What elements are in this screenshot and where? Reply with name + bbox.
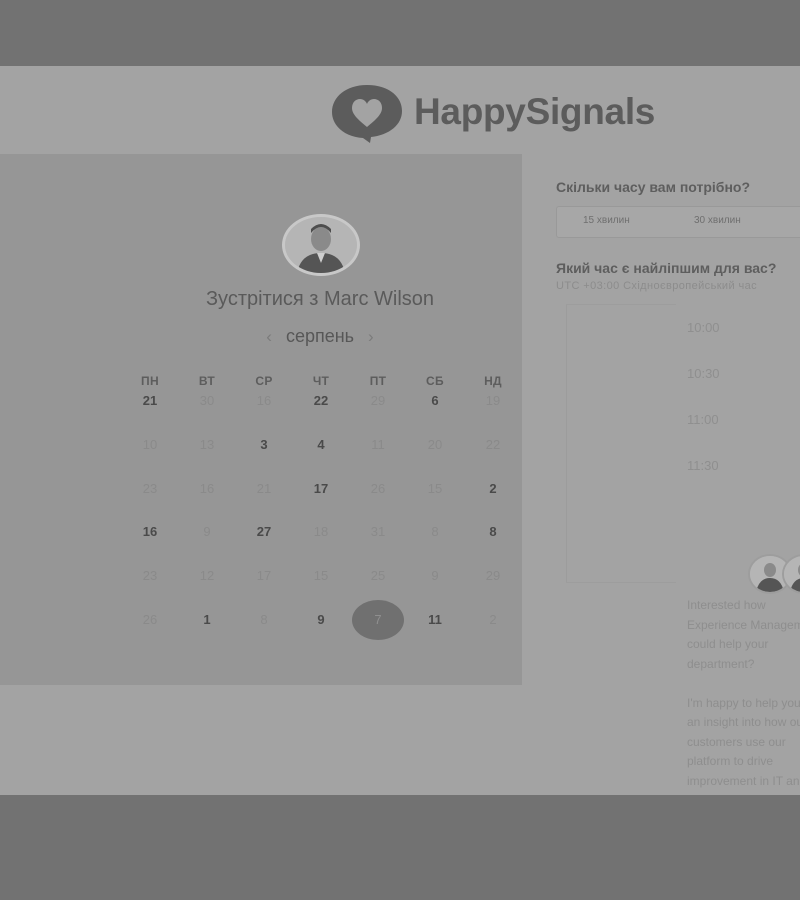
host-blurb: Interested how Experience Management cou…: [687, 596, 800, 795]
duration-option-15[interactable]: 15 хвилин: [583, 215, 630, 226]
calendar-day: 23: [142, 481, 158, 496]
calendar-day[interactable]: 11: [413, 605, 457, 635]
duration-selector: 15 хвилин 30 хвилин: [556, 206, 800, 238]
calendar-day: 13: [199, 437, 215, 452]
calendar-day: 29: [370, 393, 386, 408]
calendar-day[interactable]: 3: [242, 430, 286, 460]
calendar-panel: Зустрітися з Marc Wilson ‹ серпень › ПН ВТ С…: [0, 154, 522, 685]
time-slot[interactable]: 11:00: [687, 412, 800, 432]
month-label: серпень: [285, 326, 355, 346]
calendar-day[interactable]: 4: [299, 430, 343, 460]
calendar-day[interactable]: 1: [185, 605, 229, 635]
blurb-paragraph: Interested how Experience Management cou…: [687, 598, 800, 671]
blurb-paragraph: I'm happy to help you get an insight int…: [687, 695, 800, 796]
calendar-day: 25: [370, 568, 386, 583]
brand-logo: HappySignals: [330, 78, 655, 146]
calendar-day[interactable]: 2: [471, 474, 515, 504]
calendar-day: 20: [427, 437, 443, 452]
scheduling-page: HappySignals Зустрітися з Marc Wilson ‹ с…: [0, 66, 800, 795]
overlay-top-band: [0, 0, 800, 66]
calendar-day: 16: [256, 393, 272, 408]
time-slot[interactable]: 11:30: [687, 458, 800, 478]
calendar-day: 31: [370, 524, 386, 539]
calendar-day: 21: [256, 481, 272, 496]
calendar-day[interactable]: 16: [128, 517, 172, 547]
calendar-day: 15: [313, 568, 329, 583]
overlay-bottom-band: [0, 795, 800, 900]
calendar-day[interactable]: 27: [242, 517, 286, 547]
time-slot[interactable]: 10:30: [687, 366, 800, 386]
calendar-day: 8: [431, 524, 439, 539]
month-navigation: ‹ серпень ›: [0, 326, 640, 347]
calendar-day: 2: [489, 612, 497, 627]
calendar-day[interactable]: 8: [471, 517, 515, 547]
calendar-day: 12: [199, 568, 215, 583]
calendar-day: 26: [142, 612, 158, 627]
calendar-day: 17: [256, 568, 272, 583]
chevron-right-icon[interactable]: ›: [368, 327, 374, 346]
calendar-day: 8: [260, 612, 268, 627]
calendar-day: 11: [371, 437, 385, 452]
calendar-day[interactable]: 22: [299, 386, 343, 416]
brand-name: HappySignals: [414, 91, 656, 132]
calendar-day: 29: [485, 568, 501, 583]
calendar-day: 15: [427, 481, 443, 496]
calendar-day: 10: [142, 437, 158, 452]
slot-divider: [566, 304, 676, 305]
chevron-left-icon[interactable]: ‹: [266, 327, 272, 346]
duration-question: Скільки часу вам потрібно?: [556, 179, 751, 195]
meeting-title: Зустрітися з Marc Wilson: [205, 288, 435, 310]
calendar-day: 22: [485, 437, 501, 452]
time-slot-list: 10:00 10:30 11:00 11:30: [566, 304, 720, 582]
calendar-grid: 21 30 16 22 29 6 19 10 13 3 4 11 20 22 23 16 21 17 26 15 2 16…: [0, 386, 522, 686]
calendar-day[interactable]: 17: [299, 474, 343, 504]
duration-option-30[interactable]: 30 хвилин: [694, 215, 741, 226]
calendar-day: 30: [199, 393, 215, 408]
calendar-day[interactable]: 21: [128, 386, 172, 416]
host-avatars: [748, 554, 800, 594]
calendar-day: 18: [313, 524, 329, 539]
calendar-day: 26: [370, 481, 386, 496]
selected-day[interactable]: 7: [352, 600, 404, 640]
time-question: Який час є найліпшим для вас?: [556, 260, 777, 276]
slot-divider: [566, 582, 676, 583]
calendar-day: 9: [203, 524, 211, 539]
calendar-day: 23: [142, 568, 158, 583]
calendar-day: 9: [431, 568, 439, 583]
calendar-day: 16: [199, 481, 215, 496]
timezone-selector[interactable]: UTC +03:00 Східноєвропейський час: [556, 280, 757, 292]
calendar-day: 19: [485, 393, 501, 408]
calendar-day[interactable]: 9: [299, 605, 343, 635]
calendar-day[interactable]: 6: [413, 386, 457, 416]
host-avatar: [282, 214, 360, 276]
heart-speech-bubble-icon: [332, 85, 402, 143]
time-slot[interactable]: 10:00: [687, 320, 800, 340]
